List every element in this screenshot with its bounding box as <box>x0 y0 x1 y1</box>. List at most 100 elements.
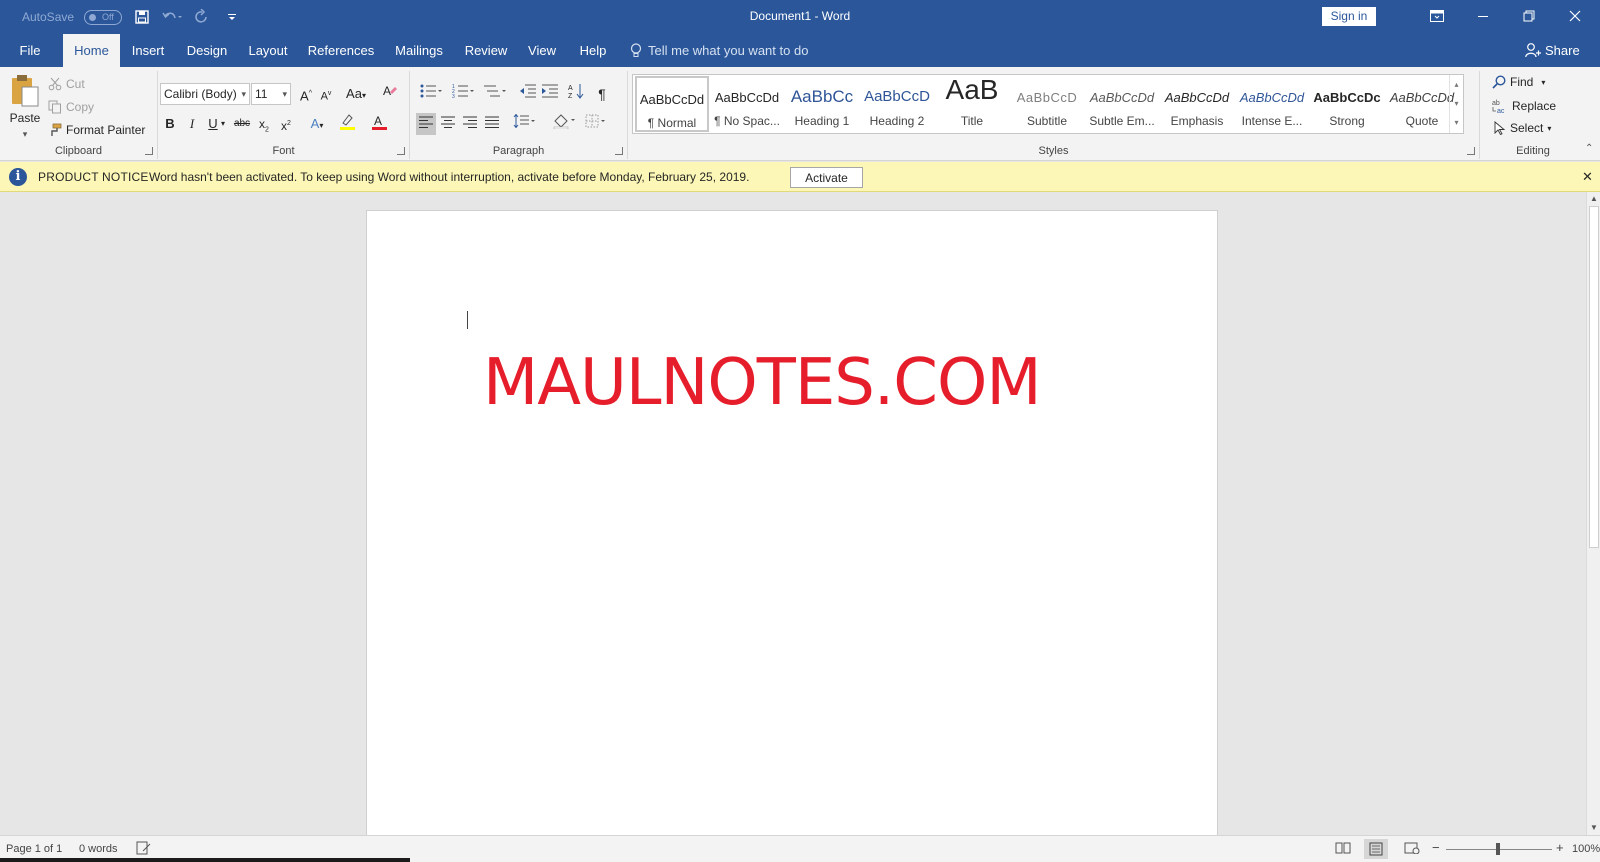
tab-view[interactable]: View <box>523 34 561 67</box>
tell-me-box[interactable]: Tell me what you want to do <box>630 34 808 67</box>
tab-references[interactable]: References <box>305 34 377 67</box>
tab-help[interactable]: Help <box>574 34 612 67</box>
font-launcher-icon[interactable] <box>397 147 405 155</box>
bold-icon[interactable]: B <box>160 113 180 135</box>
vertical-scrollbar[interactable]: ▲ ▼ <box>1586 192 1600 835</box>
strikethrough-icon[interactable]: abc <box>232 113 252 135</box>
select-button[interactable]: Select ▾ <box>1494 121 1551 135</box>
font-color-icon[interactable]: A <box>366 113 394 135</box>
tab-layout[interactable]: Layout <box>244 34 292 67</box>
format-painter-button[interactable]: Format Painter <box>48 123 145 137</box>
justify-icon[interactable] <box>482 113 502 135</box>
proofing-icon[interactable] <box>136 841 152 858</box>
tab-home[interactable]: Home <box>63 34 120 67</box>
style-title[interactable]: AaB Title <box>935 76 1009 132</box>
underline-dropdown-icon[interactable]: ▾ <box>218 113 228 135</box>
document-page[interactable]: MAULNOTES.COM <box>366 210 1218 835</box>
highlight-icon[interactable] <box>334 113 362 135</box>
paste-dropdown-icon[interactable]: ▾ <box>23 129 28 140</box>
text-effects-icon[interactable]: A▾ <box>304 113 330 135</box>
tab-design[interactable]: Design <box>182 34 232 67</box>
clipboard-launcher-icon[interactable] <box>145 147 153 155</box>
style-quote[interactable]: AaBbCcDd Quote <box>1385 76 1459 132</box>
web-layout-icon[interactable] <box>1404 842 1420 857</box>
gallery-up-icon[interactable]: ▴ <box>1450 75 1463 94</box>
shading-icon[interactable] <box>550 113 578 135</box>
cut-button[interactable]: Cut <box>48 77 85 91</box>
show-formatting-icon[interactable]: ¶ <box>592 83 612 105</box>
scroll-up-icon[interactable]: ▲ <box>1587 192 1600 206</box>
multilevel-list-icon[interactable] <box>482 83 508 105</box>
undo-icon[interactable] <box>162 7 183 27</box>
gallery-more-icon[interactable]: ▾ <box>1450 113 1463 132</box>
shrink-font-icon[interactable]: Av <box>316 83 336 105</box>
style-heading-1[interactable]: AaBbCc Heading 1 <box>785 76 859 132</box>
style-no-spacing[interactable]: AaBbCcDd ¶ No Spac... <box>710 76 784 132</box>
style-strong[interactable]: AaBbCcDc Strong <box>1310 76 1384 132</box>
zoom-slider-thumb[interactable] <box>1496 843 1500 855</box>
find-button[interactable]: Find ▾ <box>1492 75 1545 89</box>
scroll-down-icon[interactable]: ▼ <box>1587 821 1600 835</box>
print-layout-icon[interactable] <box>1364 839 1388 859</box>
italic-icon[interactable]: I <box>182 113 202 135</box>
tab-file[interactable]: File <box>8 34 52 67</box>
paste-button[interactable]: Paste ▾ <box>8 73 42 140</box>
line-spacing-icon[interactable] <box>510 113 538 135</box>
bullets-icon[interactable] <box>418 83 444 105</box>
select-dropdown-icon[interactable]: ▾ <box>1547 124 1551 133</box>
redo-icon[interactable] <box>192 7 212 27</box>
font-size-box[interactable]: 11 <box>251 83 291 105</box>
ribbon-display-options-icon[interactable] <box>1414 0 1460 32</box>
gallery-down-icon[interactable]: ▾ <box>1450 94 1463 113</box>
style-heading-2[interactable]: AaBbCcD Heading 2 <box>860 76 934 132</box>
autosave-toggle[interactable]: Off <box>84 9 123 25</box>
superscript-icon[interactable]: x2 <box>276 113 296 135</box>
restore-icon[interactable] <box>1506 0 1552 32</box>
activate-button[interactable]: Activate <box>790 167 863 188</box>
style-emphasis[interactable]: AaBbCcDd Emphasis <box>1160 76 1234 132</box>
subscript-icon[interactable]: x2 <box>254 113 274 135</box>
scroll-thumb[interactable] <box>1589 206 1599 548</box>
word-count[interactable]: 0 words <box>79 843 118 855</box>
borders-icon[interactable] <box>582 113 610 135</box>
style-subtitle[interactable]: AaBbCcD Subtitle <box>1010 76 1084 132</box>
style-subtle-emphasis[interactable]: AaBbCcDd Subtle Em... <box>1085 76 1159 132</box>
align-right-icon[interactable] <box>460 113 480 135</box>
style-intense-emphasis[interactable]: AaBbCcDd Intense E... <box>1235 76 1309 132</box>
save-icon[interactable] <box>132 7 152 27</box>
read-mode-icon[interactable] <box>1335 842 1351 857</box>
style-normal[interactable]: AaBbCcDd ¶ Normal <box>635 76 709 132</box>
clear-formatting-icon[interactable]: A <box>380 83 400 105</box>
zoom-level[interactable]: 100% <box>1572 843 1600 855</box>
minimize-icon[interactable] <box>1460 0 1506 32</box>
copy-icon <box>48 100 62 114</box>
tab-review[interactable]: Review <box>461 34 511 67</box>
paragraph-launcher-icon[interactable] <box>615 147 623 155</box>
copy-button[interactable]: Copy <box>48 100 94 114</box>
close-window-icon[interactable] <box>1552 0 1598 32</box>
tab-insert[interactable]: Insert <box>126 34 170 67</box>
replace-button[interactable]: ab ac Replace <box>1492 98 1556 114</box>
customize-qat-icon[interactable] <box>222 7 242 27</box>
page-count[interactable]: Page 1 of 1 <box>6 843 62 855</box>
zoom-in-icon[interactable]: + <box>1556 840 1564 855</box>
font-name-box[interactable]: Calibri (Body) <box>160 83 250 105</box>
tab-mailings[interactable]: Mailings <box>390 34 448 67</box>
zoom-out-icon[interactable]: − <box>1432 840 1440 855</box>
find-dropdown-icon[interactable]: ▾ <box>1541 78 1545 87</box>
font-group-label: Font <box>272 145 295 157</box>
collapse-ribbon-icon[interactable]: ⌃ <box>1585 143 1593 154</box>
close-notice-icon[interactable]: ✕ <box>1582 169 1593 185</box>
numbering-icon[interactable]: 123 <box>450 83 476 105</box>
align-center-icon[interactable] <box>438 113 458 135</box>
document-text[interactable]: MAULNOTES.COM <box>483 346 1042 420</box>
decrease-indent-icon[interactable] <box>518 83 538 105</box>
change-case-button[interactable]: Aa▾ <box>342 83 370 105</box>
sign-in-button[interactable]: Sign in <box>1322 7 1376 26</box>
increase-indent-icon[interactable] <box>540 83 560 105</box>
grow-font-icon[interactable]: A^ <box>296 83 316 105</box>
align-left-icon[interactable] <box>416 113 436 135</box>
styles-launcher-icon[interactable] <box>1467 147 1475 155</box>
sort-icon[interactable]: AZ <box>566 83 586 105</box>
share-button[interactable]: Share <box>1525 34 1580 67</box>
